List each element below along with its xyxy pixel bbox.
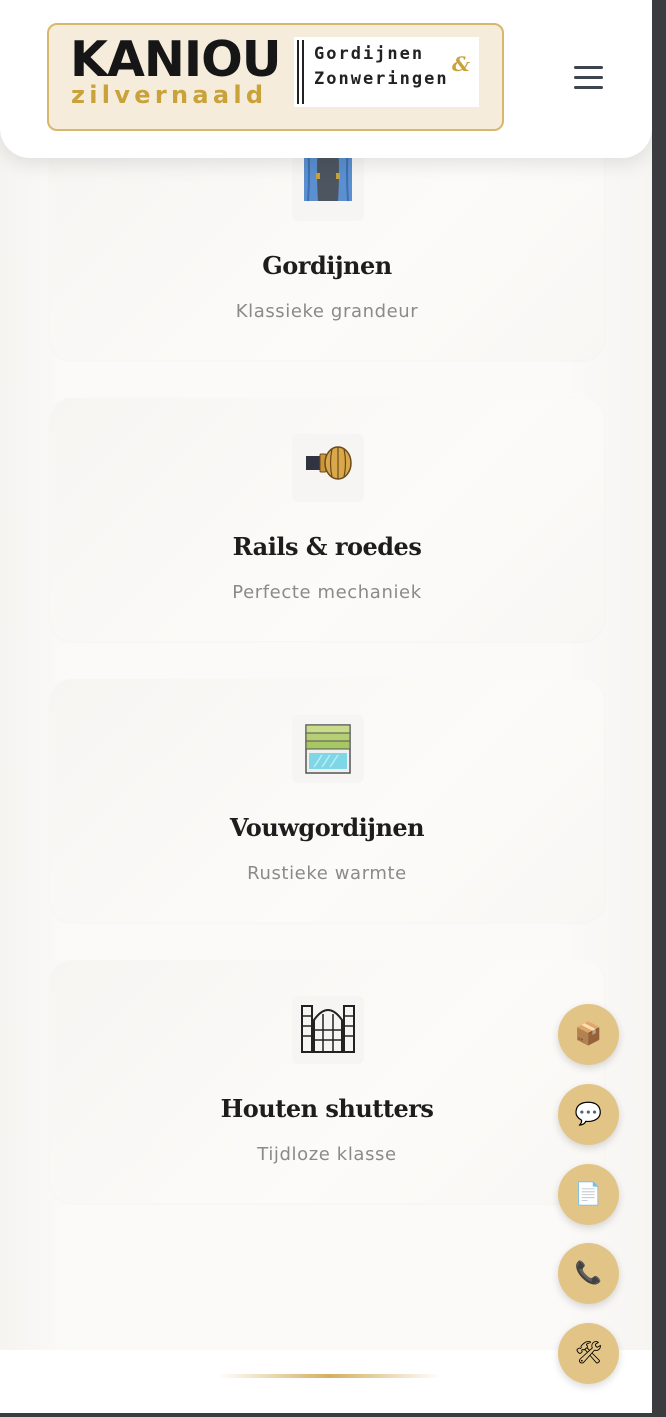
phone-button[interactable]: 📞 (558, 1243, 619, 1304)
logo-ampersand: & (452, 52, 471, 76)
window-edge-bottom (0, 1413, 666, 1417)
package-button[interactable]: 📦 (558, 1004, 619, 1065)
logo-sub-brand: zilvernaald (71, 81, 268, 109)
card-subtitle: Tijdloze klasse (257, 1144, 397, 1165)
footer-strip (0, 1350, 652, 1413)
logo-tagline-box: Gordijnen & Zonweringen (294, 37, 479, 107)
card-title: Gordijnen (262, 251, 392, 280)
product-card-rails[interactable]: Rails & roedes Perfecte mechaniek (50, 398, 604, 641)
product-card-shutters[interactable]: Houten shutters Tijdloze klasse (50, 960, 604, 1203)
curtain-rod-icon (292, 434, 364, 502)
hamburger-menu-icon[interactable] (574, 66, 604, 90)
product-card-vouwgordijnen[interactable]: Vouwgordijnen Rustieke warmte (50, 679, 604, 922)
logo-line2: Zonweringen (314, 69, 449, 89)
curtain-icon (292, 153, 364, 221)
tools-icon: 🛠 (574, 1340, 603, 1366)
chat-button[interactable]: 💬 (558, 1084, 619, 1145)
card-title: Rails & roedes (232, 532, 422, 561)
window-edge (652, 0, 666, 1417)
document-button[interactable]: 📄 (558, 1164, 619, 1225)
chat-icon: 💬 (574, 1101, 603, 1127)
card-subtitle: Rustieke warmte (247, 863, 407, 884)
document-icon: 📄 (574, 1181, 603, 1207)
logo[interactable]: KANIOU zilvernaald Gordijnen & Zonwering… (47, 23, 504, 131)
site-header: KANIOU zilvernaald Gordijnen & Zonwering… (0, 0, 652, 158)
tools-button[interactable]: 🛠 (558, 1323, 619, 1384)
logo-brand: KANIOU (70, 31, 282, 88)
package-icon: 📦 (574, 1021, 603, 1047)
roman-blind-icon (292, 715, 364, 783)
phone-icon: 📞 (574, 1260, 603, 1286)
shutter-icon (292, 996, 364, 1064)
card-title: Vouwgordijnen (229, 813, 425, 842)
card-subtitle: Klassieke grandeur (235, 301, 419, 322)
card-title: Houten shutters (220, 1094, 434, 1123)
page: Gordijnen Klassieke grandeur Rails & roe… (0, 0, 652, 1413)
card-subtitle: Perfecte mechaniek (232, 582, 422, 603)
logo-line1: Gordijnen (314, 44, 425, 64)
gold-divider (218, 1374, 440, 1378)
